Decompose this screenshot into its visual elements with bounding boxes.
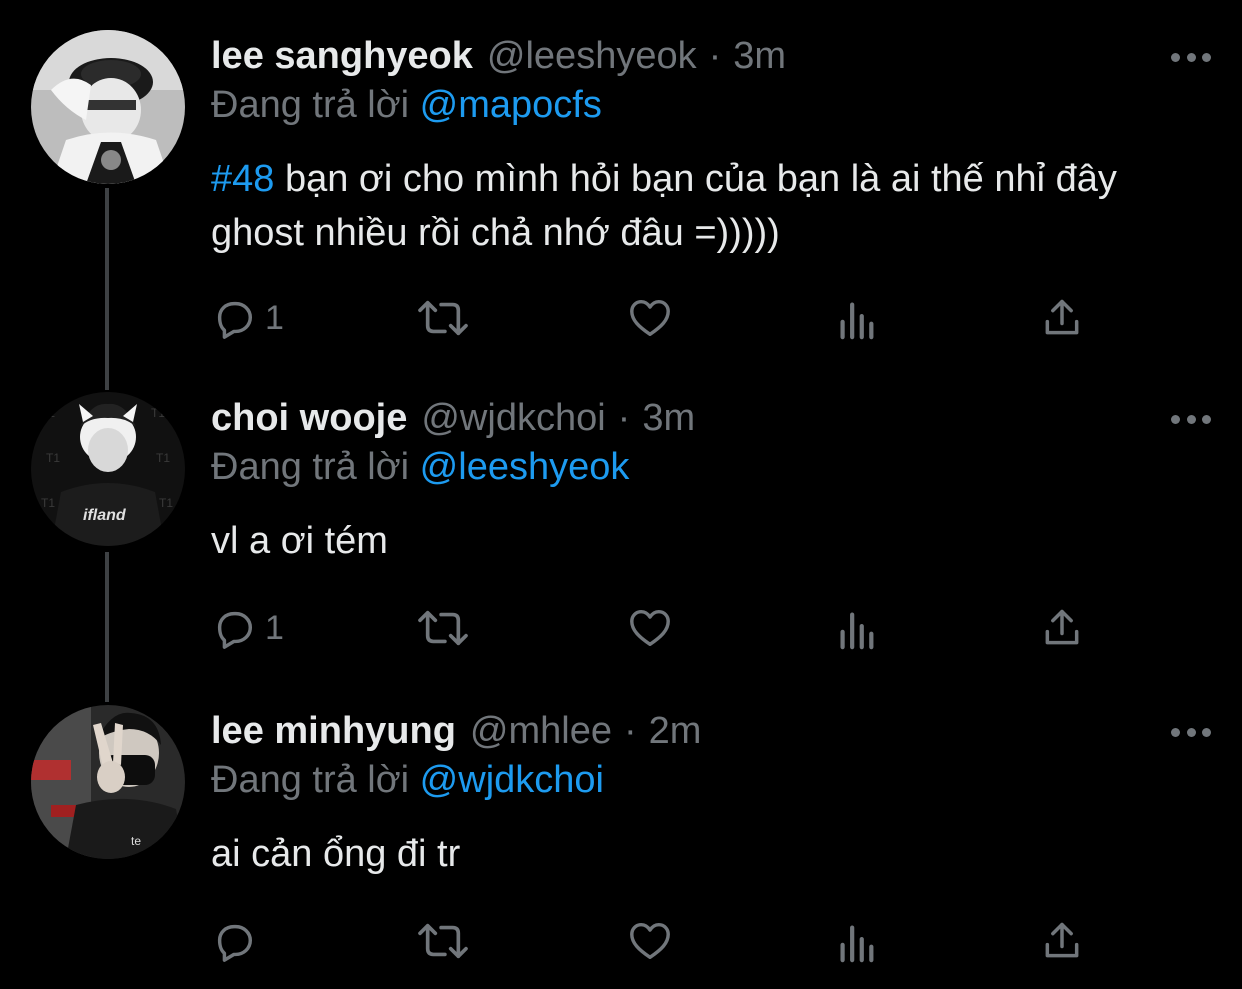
retweet-button[interactable] — [416, 603, 470, 653]
timestamp[interactable]: 3m — [642, 397, 695, 440]
replying-to-label: Đang trả lời — [211, 84, 410, 126]
hashtag-link[interactable]: #48 — [211, 158, 274, 200]
like-icon — [630, 299, 670, 337]
views-icon — [840, 612, 874, 650]
retweet-button[interactable] — [416, 916, 470, 966]
share-icon — [1045, 609, 1079, 645]
views-button[interactable] — [835, 293, 877, 343]
replying-to: Đang trả lời @wjdkchoi — [211, 759, 604, 802]
display-name[interactable]: lee sanghyeok — [211, 35, 473, 78]
reply-mention-link[interactable]: @mapocfs — [420, 84, 602, 126]
retweet-button[interactable] — [416, 293, 470, 343]
action-bar — [211, 916, 1111, 966]
tweet-text: vl a ơi tém — [211, 514, 1211, 568]
user-handle[interactable]: @mhlee — [470, 710, 612, 753]
avatar[interactable] — [31, 30, 185, 184]
reply-icon — [217, 924, 253, 962]
share-icon — [1045, 299, 1079, 335]
replying-to-label: Đang trả lời — [211, 759, 410, 801]
tweet-text: ai cản ổng đi tr — [211, 827, 1211, 881]
svg-text:ifland: ifland — [83, 507, 127, 524]
separator-dot: · — [708, 34, 722, 77]
tweet-text-content: vl a ơi tém — [211, 520, 388, 562]
replying-to: Đang trả lời @mapocfs — [211, 84, 602, 127]
retweet-icon — [418, 300, 468, 336]
action-bar: 1 — [211, 293, 1111, 343]
share-button[interactable] — [1040, 916, 1084, 966]
user-handle[interactable]: @wjdkchoi — [421, 397, 605, 440]
reply-button[interactable]: 1 — [211, 293, 284, 343]
retweet-icon — [418, 610, 468, 646]
tweet[interactable]: te lee minhyung @mhlee · 2m Đang trả lời… — [0, 705, 1242, 985]
svg-text:T1: T1 — [156, 451, 170, 465]
avatar[interactable]: te — [31, 705, 185, 859]
reply-icon — [217, 611, 253, 649]
separator-dot: · — [624, 709, 637, 752]
avatar[interactable]: T1 T1 T1 T1 T1 T1 ifland — [31, 392, 185, 546]
display-name[interactable]: choi wooje — [211, 397, 407, 440]
svg-text:T1: T1 — [151, 406, 165, 420]
tweet-text-content: bạn ơi cho mình hỏi bạn của bạn là ai th… — [211, 158, 1117, 254]
share-button[interactable] — [1040, 293, 1084, 343]
replying-to: Đang trả lời @leeshyeok — [211, 446, 629, 489]
like-icon — [630, 609, 670, 647]
views-icon — [840, 302, 874, 340]
tweet-text-content: ai cản ổng đi tr — [211, 833, 461, 875]
views-button[interactable] — [835, 603, 877, 653]
action-bar: 1 — [211, 603, 1111, 653]
display-name[interactable]: lee minhyung — [211, 710, 456, 753]
reply-icon — [217, 301, 253, 339]
svg-text:T1: T1 — [46, 451, 60, 465]
views-button[interactable] — [835, 916, 877, 966]
svg-text:te: te — [131, 834, 141, 848]
svg-text:T1: T1 — [41, 496, 55, 510]
like-button[interactable] — [626, 293, 674, 343]
like-button[interactable] — [626, 603, 674, 653]
tweet-text: #48 bạn ơi cho mình hỏi bạn của bạn là a… — [211, 152, 1211, 260]
tweet[interactable]: lee sanghyeok @leeshyeok · 3m Đang trả l… — [0, 30, 1242, 360]
svg-text:T1: T1 — [159, 496, 173, 510]
tweet-header: choi wooje @wjdkchoi · 3m — [211, 392, 695, 444]
timestamp[interactable]: 3m — [733, 35, 786, 78]
user-handle[interactable]: @leeshyeok — [487, 35, 697, 78]
separator-dot: · — [617, 396, 631, 439]
replying-to-label: Đang trả lời — [211, 446, 410, 488]
timestamp[interactable]: 2m — [649, 710, 702, 753]
reply-button[interactable]: 1 — [211, 603, 284, 653]
share-button[interactable] — [1040, 603, 1084, 653]
more-options-icon[interactable] — [1171, 404, 1211, 434]
retweet-icon — [418, 923, 468, 959]
tweet-header: lee sanghyeok @leeshyeok · 3m — [211, 30, 786, 82]
share-icon — [1045, 922, 1079, 958]
reply-count: 1 — [265, 608, 284, 647]
more-options-icon[interactable] — [1171, 717, 1211, 747]
like-icon — [630, 922, 670, 960]
like-button[interactable] — [626, 916, 674, 966]
more-options-icon[interactable] — [1171, 42, 1211, 72]
tweet-header: lee minhyung @mhlee · 2m — [211, 705, 701, 757]
reply-button[interactable] — [211, 916, 265, 966]
tweet[interactable]: T1 T1 T1 T1 T1 T1 ifland choi wooje @wjdkch… — [0, 392, 1242, 672]
reply-mention-link[interactable]: @wjdkchoi — [420, 759, 604, 801]
reply-count: 1 — [265, 298, 284, 337]
svg-text:T1: T1 — [41, 406, 55, 420]
reply-mention-link[interactable]: @leeshyeok — [420, 446, 630, 488]
views-icon — [840, 925, 874, 963]
